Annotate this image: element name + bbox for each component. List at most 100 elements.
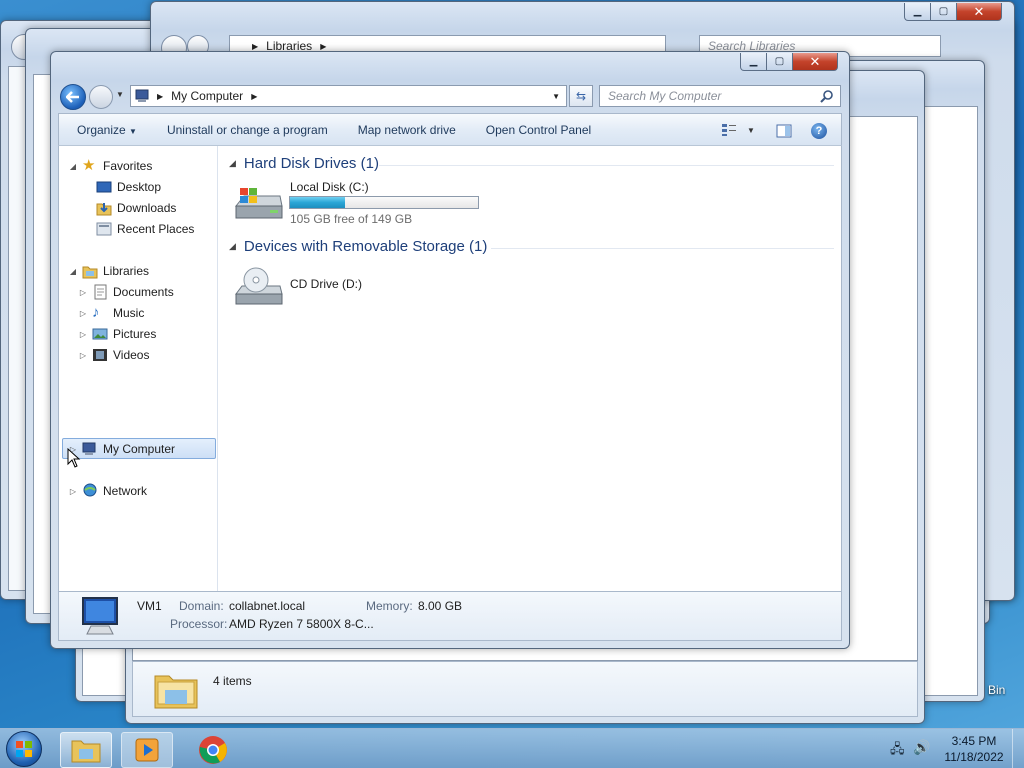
folder-icon xyxy=(71,740,101,763)
network-icon xyxy=(83,483,97,497)
nav-favorites[interactable]: ◢ ★ Favorites xyxy=(68,156,152,176)
help-icon[interactable]: ? xyxy=(811,123,827,139)
nav-recent-places[interactable]: Recent Places xyxy=(82,219,194,239)
nav-label: My Computer xyxy=(103,442,176,456)
content-area: ◢ ★ Favorites Desktop Downloads Recent P… xyxy=(58,146,842,591)
drive-d-name: CD Drive (D:) xyxy=(290,277,362,291)
minimize-button[interactable]: ▁ xyxy=(904,3,931,21)
nav-music[interactable]: ▷ ♪ Music xyxy=(78,303,144,323)
windows-logo-icon xyxy=(16,741,32,757)
details-pane: VM1 Domain: collabnet.local Memory: 8.00… xyxy=(58,591,842,641)
network-tray-icon[interactable]: 🖧 xyxy=(890,740,905,762)
drive-c-usage-fill xyxy=(290,197,346,208)
breadcrumb: My Computer xyxy=(171,89,244,103)
nav-videos[interactable]: ▷ Videos xyxy=(78,345,150,365)
taskbar: 🖧 🔊 3:45 PM 11/18/2022 xyxy=(0,728,1024,768)
refresh-button[interactable]: ⇆ xyxy=(569,85,593,107)
taskbar-explorer[interactable] xyxy=(60,732,112,768)
hdd-group-header[interactable]: ◢ Hard Disk Drives (1) xyxy=(229,155,379,172)
taskbar-media-player[interactable] xyxy=(121,732,173,768)
forward-button[interactable] xyxy=(89,85,113,109)
minimize-button[interactable]: ▁ xyxy=(740,53,767,71)
back-button[interactable] xyxy=(60,84,86,110)
start-button[interactable] xyxy=(6,731,42,767)
star-icon: ★ xyxy=(82,157,96,174)
nav-label: Libraries xyxy=(103,264,150,278)
removable-group-header[interactable]: ◢ Devices with Removable Storage (1) xyxy=(229,238,487,255)
refresh-icon: ⇆ xyxy=(575,89,587,103)
volume-tray-icon[interactable]: 🔊 xyxy=(913,739,930,756)
uninstall-button[interactable]: Uninstall or change a program xyxy=(167,123,328,137)
computer-icon xyxy=(135,89,149,102)
computer-icon xyxy=(82,442,96,455)
removable-group-title: Devices with Removable Storage (1) xyxy=(243,238,488,255)
computer-large-icon xyxy=(82,597,118,635)
folder-icon xyxy=(154,675,198,709)
map-network-drive-button[interactable]: Map network drive xyxy=(358,123,456,137)
address-bar[interactable]: ▶ My Computer ▶ ▼ xyxy=(130,85,567,107)
drive-c-item[interactable]: Local Disk (C:) 105 GB free of 149 GB xyxy=(234,180,484,228)
nav-documents[interactable]: ▷ Documents xyxy=(78,282,174,302)
arrow-left-icon xyxy=(66,91,79,103)
hard-drive-icon xyxy=(234,188,283,219)
maximize-button[interactable]: ▢ xyxy=(767,53,793,71)
nav-label: Downloads xyxy=(117,201,177,215)
close-button[interactable]: ✕ xyxy=(793,53,838,71)
drive-d-item[interactable]: CD Drive (D:) xyxy=(234,266,484,316)
downloads-icon xyxy=(96,203,112,216)
organize-label: Organize xyxy=(77,122,126,137)
show-desktop-button[interactable] xyxy=(1012,729,1024,768)
clock-time: 3:45 PM xyxy=(951,734,997,748)
drive-c-name: Local Disk (C:) xyxy=(290,180,369,194)
my-computer-window[interactable]: ▁ ▢ ✕ ▼ ▶ My Computer ▶ ▼ ⇆ Search My Co… xyxy=(50,51,850,649)
nav-label: Network xyxy=(103,484,148,498)
nav-desktop[interactable]: Desktop xyxy=(82,177,161,197)
nav-label: Pictures xyxy=(113,327,157,341)
search-input[interactable]: Search My Computer xyxy=(599,85,841,107)
change-view-button[interactable]: ▼ xyxy=(721,123,755,137)
computer-name: VM1 xyxy=(137,599,162,613)
nav-label: Recent Places xyxy=(117,222,195,236)
mouse-cursor-icon xyxy=(67,448,81,468)
nav-label: Favorites xyxy=(103,159,153,173)
preview-pane-icon[interactable] xyxy=(776,124,792,138)
maximize-button[interactable]: ▢ xyxy=(931,3,957,21)
search-placeholder: Search My Computer xyxy=(608,89,722,103)
clock[interactable]: 3:45 PM 11/18/2022 xyxy=(938,733,1010,765)
nav-my-computer[interactable]: ▷ My Computer xyxy=(68,439,175,459)
domain-label: Domain: xyxy=(179,599,224,613)
details-pane: 4 items xyxy=(132,661,918,717)
navigation-pane: ◢ ★ Favorites Desktop Downloads Recent P… xyxy=(59,146,218,591)
processor-value: AMD Ryzen 7 5800X 8-C... xyxy=(229,617,374,631)
open-control-panel-button[interactable]: Open Control Panel xyxy=(486,123,591,137)
nav-libraries[interactable]: ◢ Libraries xyxy=(68,261,149,281)
memory-value: 8.00 GB xyxy=(418,599,463,613)
domain-value: collabnet.local xyxy=(229,599,306,613)
memory-label: Memory: xyxy=(366,599,413,613)
hdd-group-title: Hard Disk Drives (1) xyxy=(243,155,379,172)
nav-label: Videos xyxy=(113,348,150,362)
organize-button[interactable]: Organize ▼ xyxy=(77,123,137,137)
nav-label: Music xyxy=(113,306,145,320)
nav-label: Desktop xyxy=(117,180,162,194)
taskbar-chrome[interactable] xyxy=(187,732,239,768)
clock-date: 11/18/2022 xyxy=(944,750,1004,764)
cd-drive-icon xyxy=(235,267,283,305)
nav-network[interactable]: ▷ Network xyxy=(68,481,147,501)
desktop-icon xyxy=(96,181,112,193)
nav-downloads[interactable]: Downloads xyxy=(82,198,176,218)
address-dropdown-icon[interactable]: ▼ xyxy=(552,92,560,101)
media-player-icon xyxy=(135,738,159,762)
close-button[interactable]: ✕ xyxy=(957,3,1002,21)
nav-label: Documents xyxy=(113,285,174,299)
documents-icon xyxy=(94,284,107,300)
recent-pages-dropdown[interactable]: ▼ xyxy=(116,90,124,99)
drive-c-usage-bar xyxy=(289,196,479,209)
videos-icon xyxy=(93,349,107,361)
chrome-icon xyxy=(199,736,227,764)
nav-pictures[interactable]: ▷ Pictures xyxy=(78,324,156,344)
pictures-icon xyxy=(92,328,108,340)
processor-label: Processor: xyxy=(170,617,228,631)
drive-c-free-space: 105 GB free of 149 GB xyxy=(290,212,413,226)
recycle-bin-label[interactable]: Bin xyxy=(988,683,1005,697)
